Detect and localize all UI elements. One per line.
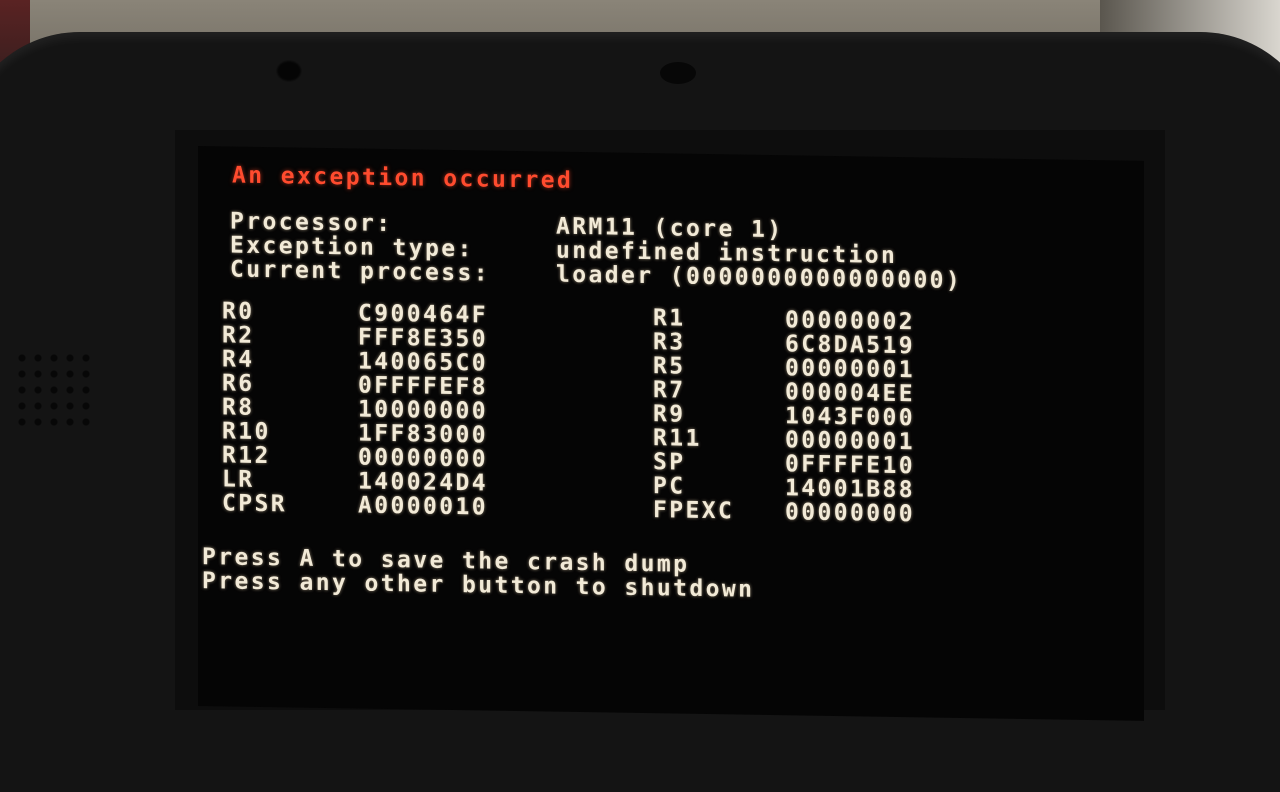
register-name: R12	[222, 442, 271, 470]
register-name: R11	[653, 425, 702, 452]
speaker-grille-icon	[14, 350, 98, 434]
sensor-icon	[660, 62, 696, 84]
exception-title: An exception occurred	[232, 162, 574, 194]
register-name: FPEXC	[653, 497, 735, 525]
register-name: R10	[222, 418, 271, 446]
register-name: SP	[653, 449, 686, 476]
register-name: R2	[222, 322, 255, 349]
register-name: LR	[222, 466, 255, 493]
register-name: R8	[222, 394, 255, 421]
current-process-value: loader (0000000000000000)	[556, 261, 963, 295]
register-name: R3	[653, 329, 686, 356]
camera-icon	[276, 60, 302, 82]
register-name: R6	[222, 370, 255, 397]
register-name: R7	[653, 377, 686, 404]
register-name: R0	[222, 298, 255, 325]
crash-screen: An exception occurred Processor: ARM11 (…	[198, 146, 1144, 721]
register-name: R5	[653, 353, 686, 380]
register-value: A0000010	[358, 492, 488, 521]
register-name: R9	[653, 401, 686, 428]
register-name: R1	[653, 305, 686, 332]
register-name: CPSR	[222, 490, 287, 518]
current-process-label: Current process:	[230, 256, 490, 287]
register-value: 00000000	[785, 499, 915, 528]
register-name: PC	[653, 473, 686, 500]
register-name: R4	[222, 346, 255, 373]
